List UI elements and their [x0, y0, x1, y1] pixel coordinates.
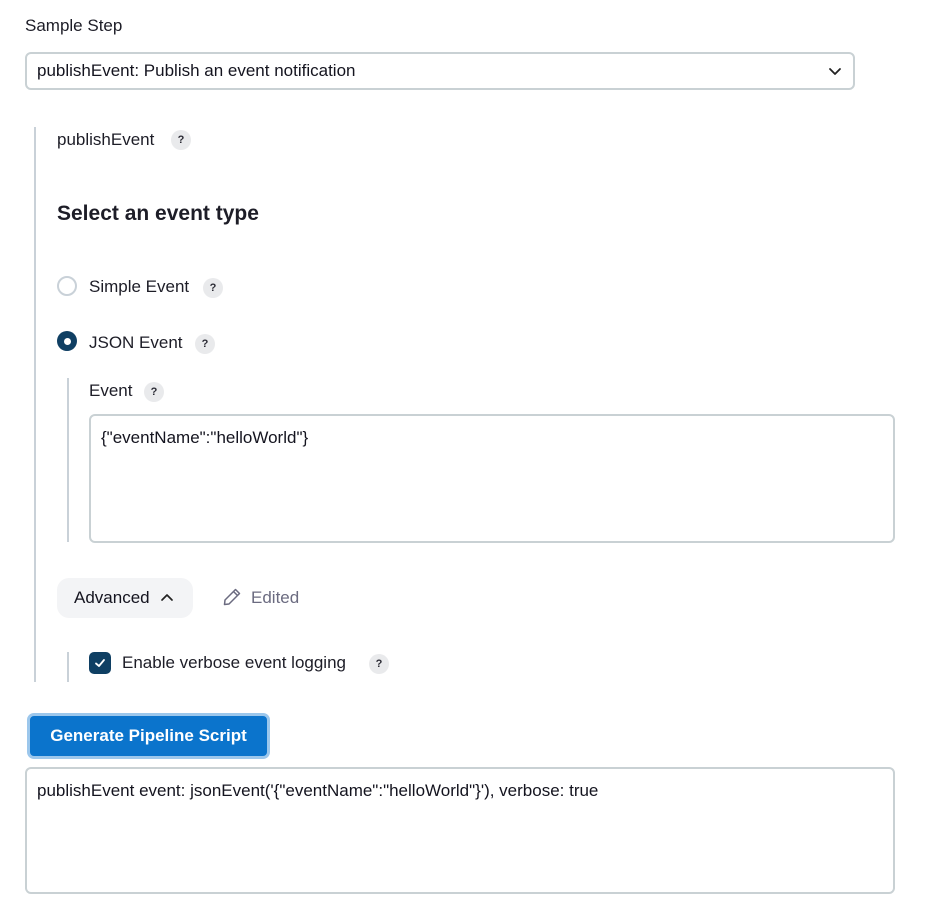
advanced-label: Advanced [74, 588, 150, 607]
step-config-divider [34, 127, 36, 682]
verbose-checkbox[interactable] [89, 652, 111, 674]
step-name: publishEvent [57, 130, 155, 149]
radio-json-event[interactable] [57, 331, 77, 351]
sample-step-select[interactable]: publishEvent: Publish an event notificat… [25, 52, 855, 90]
pencil-icon [223, 588, 241, 606]
sample-step-value: publishEvent: Publish an event notificat… [37, 61, 356, 80]
event-field-help-icon[interactable]: ? [144, 382, 164, 402]
event-type-heading: Select an event type [57, 202, 259, 225]
json-event-help-icon[interactable]: ? [195, 334, 215, 354]
event-field-label: Event [89, 381, 133, 400]
sample-step-label: Sample Step [25, 16, 123, 35]
event-textarea[interactable]: {"eventName":"helloWorld"} [89, 414, 895, 543]
advanced-toggle-button[interactable]: Advanced [57, 578, 193, 618]
advanced-divider [67, 652, 69, 682]
simple-event-label[interactable]: Simple Event [89, 277, 189, 297]
chevron-up-icon [160, 594, 173, 601]
chevron-down-icon [829, 68, 841, 75]
json-event-divider [67, 378, 69, 542]
json-event-label[interactable]: JSON Event [89, 333, 183, 353]
pipeline-script-value: publishEvent event: jsonEvent('{"eventNa… [37, 781, 599, 800]
pipeline-script-output[interactable]: publishEvent event: jsonEvent('{"eventNa… [25, 767, 895, 894]
simple-event-help-icon[interactable]: ? [203, 278, 223, 298]
step-help-icon[interactable]: ? [171, 130, 191, 150]
event-textarea-value: {"eventName":"helloWorld"} [101, 428, 309, 447]
verbose-help-icon[interactable]: ? [369, 654, 389, 674]
radio-simple-event[interactable] [57, 276, 77, 296]
checkmark-icon [95, 659, 105, 667]
verbose-label[interactable]: Enable verbose event logging [122, 653, 346, 673]
edited-indicator: Edited [251, 588, 300, 607]
generate-pipeline-script-button[interactable]: Generate Pipeline Script [27, 713, 270, 759]
